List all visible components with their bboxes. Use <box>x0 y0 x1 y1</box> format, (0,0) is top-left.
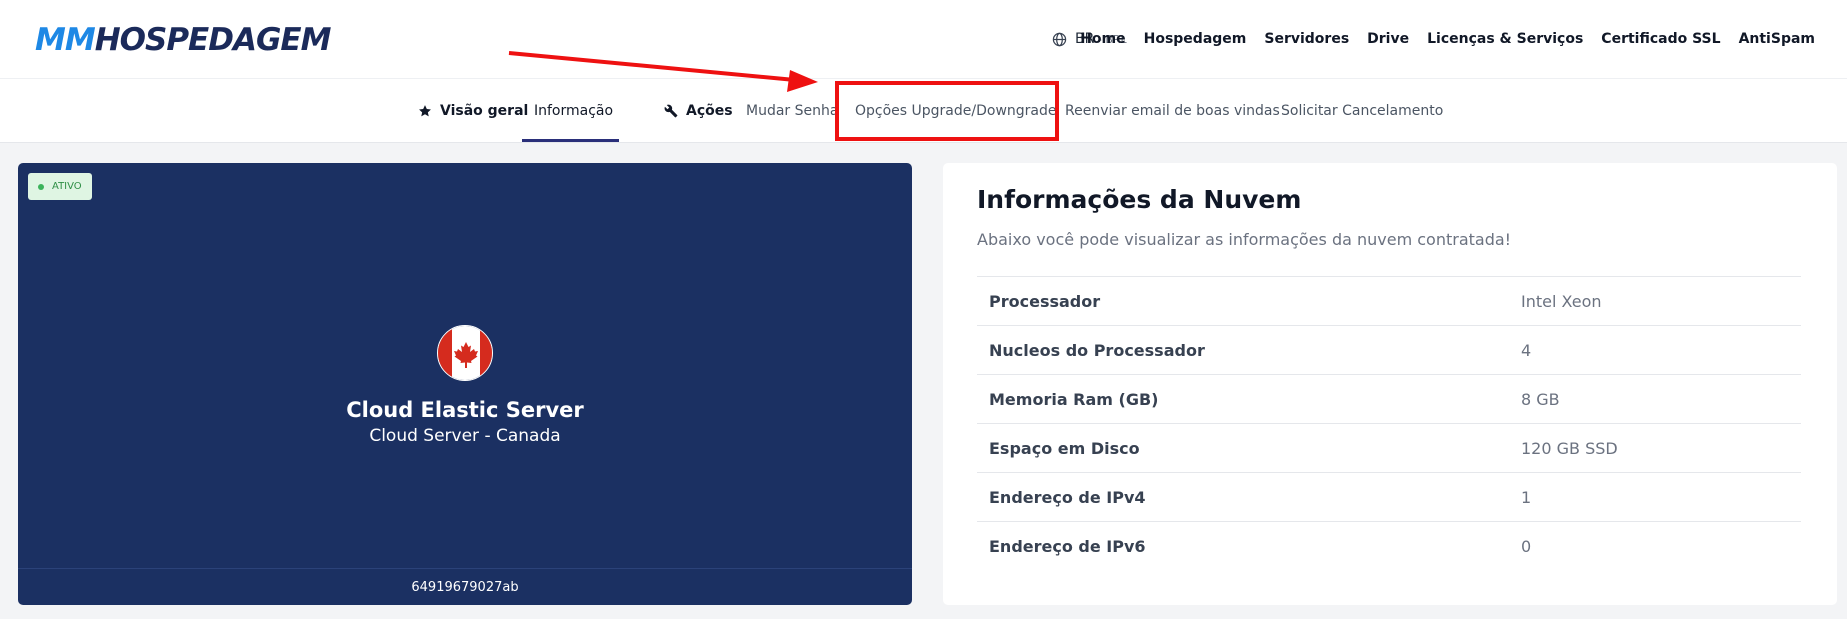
table-row: Espaço em Disco 120 GB SSD <box>977 424 1801 473</box>
nav-antispam[interactable]: AntiSpam <box>1739 31 1815 47</box>
row-value: 1 <box>1521 487 1532 507</box>
logo-text: HOSPEDAGEM <box>94 22 332 58</box>
annotation-highlight-box <box>835 81 1059 141</box>
server-card: ATIVO Cloud Elastic Server Cloud Server … <box>18 163 912 605</box>
tab-overview-label: Visão geral <box>418 79 528 143</box>
nav-drive[interactable]: Drive <box>1367 31 1409 47</box>
server-id: 64919679027ab <box>18 568 912 605</box>
nav-hospedagem[interactable]: Hospedagem <box>1144 31 1247 47</box>
status-badge: ATIVO <box>28 173 92 200</box>
row-value: 8 GB <box>1521 389 1560 409</box>
table-row: Memoria Ram (GB) 8 GB <box>977 375 1801 424</box>
action-resend-welcome-email[interactable]: Reenviar email de boas vindas <box>1065 79 1280 143</box>
server-name: Cloud Elastic Server <box>346 398 584 422</box>
table-row: Nucleos do Processador 4 <box>977 326 1801 375</box>
row-value: 4 <box>1521 340 1532 360</box>
canada-flag-icon <box>437 325 493 381</box>
wrench-icon <box>664 104 678 118</box>
server-subtitle: Cloud Server - Canada <box>369 426 561 446</box>
row-label: Processador <box>989 291 1101 311</box>
info-title: Informações da Nuvem <box>977 185 1302 214</box>
row-label: Memoria Ram (GB) <box>989 389 1159 409</box>
nav-home[interactable]: Home <box>1080 31 1125 47</box>
action-request-cancellation[interactable]: Solicitar Cancelamento <box>1281 79 1443 143</box>
row-label: Endereço de IPv4 <box>989 487 1146 507</box>
nav-licencas-servicos[interactable]: Licenças & Serviços <box>1427 31 1583 47</box>
row-value: 0 <box>1521 537 1532 556</box>
tab-informacao[interactable]: Informação <box>534 79 613 143</box>
site-header: MM HOSPEDAGEM BR - BRL Home Hospedagem Se… <box>0 0 1847 78</box>
info-table: Processador Intel Xeon Nucleos do Proces… <box>977 276 1801 571</box>
main-nav: Home Hospedagem Servidores Drive Licença… <box>1080 27 1815 51</box>
info-subtitle: Abaixo você pode visualizar as informaçõ… <box>977 230 1512 249</box>
row-value: Intel Xeon <box>1521 291 1602 311</box>
cloud-info-card: Informações da Nuvem Abaixo você pode vi… <box>943 163 1837 605</box>
nav-servidores[interactable]: Servidores <box>1264 31 1349 47</box>
actions-label: Ações <box>664 79 733 143</box>
row-label: Endereço de IPv6 <box>989 537 1146 556</box>
status-dot <box>38 183 44 190</box>
row-label: Nucleos do Processador <box>989 340 1205 360</box>
row-value: 120 GB SSD <box>1521 438 1618 458</box>
site-logo[interactable]: MM HOSPEDAGEM <box>35 20 332 60</box>
row-label: Espaço em Disco <box>989 438 1140 458</box>
nav-certificado-ssl[interactable]: Certificado SSL <box>1601 31 1720 47</box>
globe-icon <box>1052 32 1067 46</box>
table-row: Processador Intel Xeon <box>977 277 1801 326</box>
table-row: Endereço de IPv4 1 <box>977 473 1801 522</box>
logo-prefix: MM <box>35 22 96 58</box>
action-change-password[interactable]: Mudar Senha <box>746 79 838 143</box>
table-row: Endereço de IPv6 0 <box>977 522 1801 571</box>
star-icon <box>419 105 431 117</box>
active-tab-indicator <box>522 139 619 142</box>
